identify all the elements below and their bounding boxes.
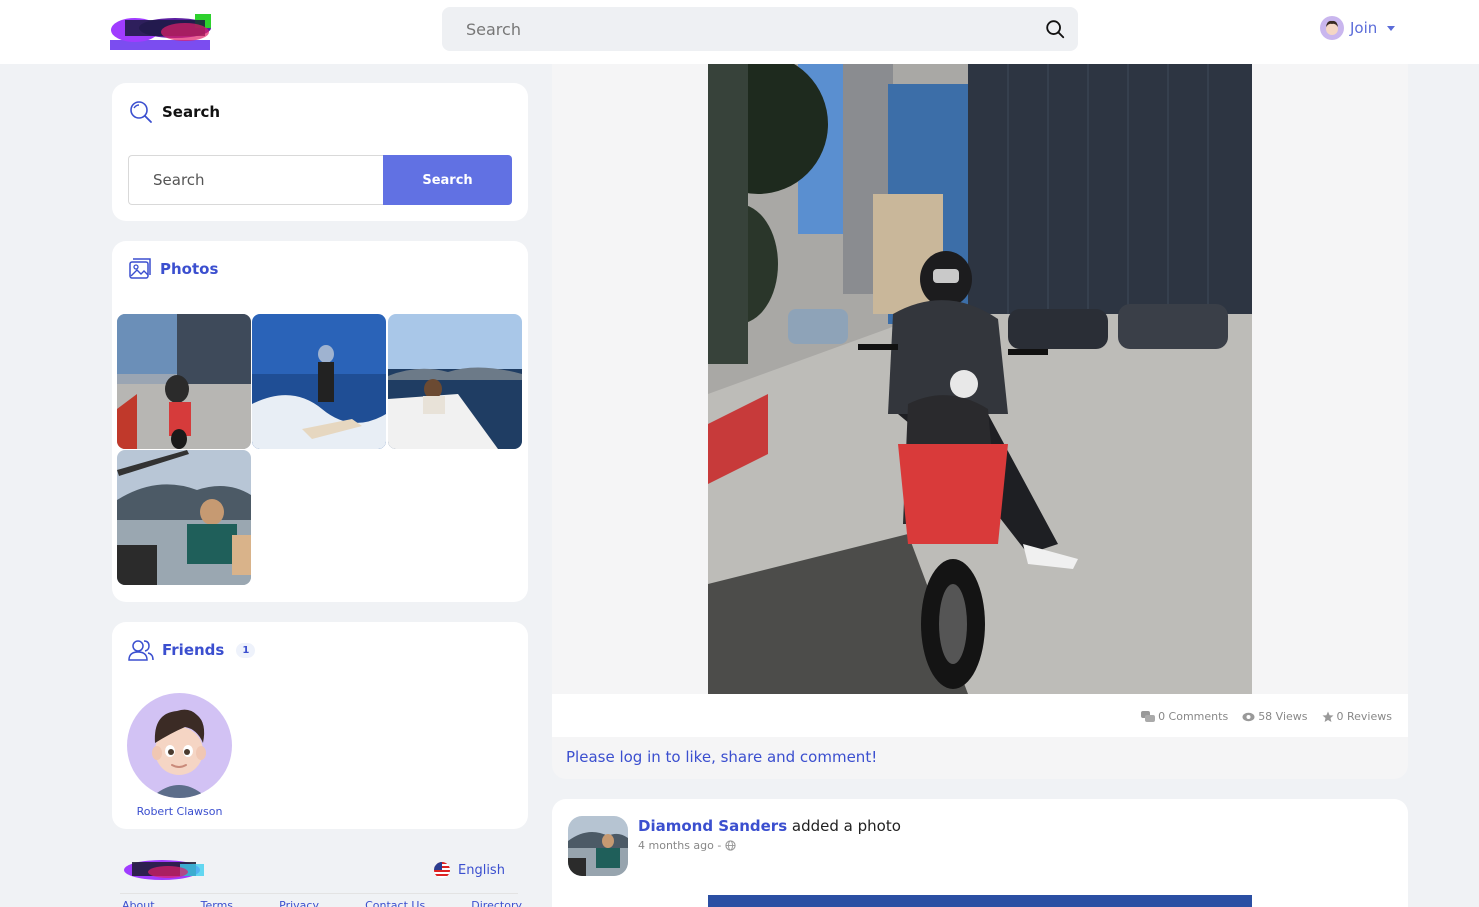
widget-search-input[interactable] xyxy=(128,155,384,205)
image-gallery-icon xyxy=(129,258,151,279)
comments-count: 0 Comments xyxy=(1158,710,1229,723)
us-flag-icon xyxy=(434,862,450,878)
friends-widget-title: Friends xyxy=(162,641,225,659)
top-navbar: Join xyxy=(0,0,1479,64)
post-time[interactable]: 4 months ago - xyxy=(638,839,721,852)
post-headline: Diamond Sanders added a photo xyxy=(638,817,901,835)
footer-links: About Terms Privacy Contact Us Directory xyxy=(122,899,522,907)
comments-icon xyxy=(1141,710,1156,722)
search-icon[interactable] xyxy=(1044,18,1066,40)
star-icon xyxy=(1322,711,1334,722)
search-widget-header: Search xyxy=(128,99,220,125)
widget-search-button[interactable]: Search xyxy=(383,155,512,205)
reviews-stat[interactable]: 0 Reviews xyxy=(1322,710,1392,723)
friends-widget: Friends 1 Robert Clawson xyxy=(112,622,528,829)
footer-link-about[interactable]: About xyxy=(122,899,155,907)
post-stats-bar: 0 Comments 58 Views 0 Reviews xyxy=(552,694,1408,737)
header-search-input[interactable] xyxy=(442,7,1032,51)
friends-widget-header: Friends 1 xyxy=(128,638,256,662)
join-label: Join xyxy=(1350,19,1378,37)
friends-count-badge: 1 xyxy=(236,642,256,658)
photo-thumbnail-wakesurf[interactable] xyxy=(252,314,386,449)
photo-thumbnail-boat-sea[interactable] xyxy=(388,314,522,449)
footer-link-directory[interactable]: Directory xyxy=(471,899,522,907)
search-icon xyxy=(130,101,152,123)
language-selector[interactable]: English xyxy=(434,862,505,878)
friends-icon xyxy=(128,640,154,661)
search-widget-title: Search xyxy=(162,103,221,121)
post-author-avatar[interactable] xyxy=(568,816,628,876)
photos-widget: Photos xyxy=(112,241,528,602)
reviews-count: 0 Reviews xyxy=(1336,710,1392,723)
post-action: added a photo xyxy=(791,817,901,835)
post-photo-2[interactable] xyxy=(708,895,1252,907)
footer-logo[interactable] xyxy=(122,854,206,884)
views-count: 58 Views xyxy=(1258,710,1308,723)
photos-widget-title: Photos xyxy=(160,260,219,278)
footer-divider xyxy=(120,893,518,894)
feed-post: 0 Comments 58 Views 0 Reviews Please log… xyxy=(552,54,1408,779)
footer-link-contact[interactable]: Contact Us xyxy=(365,899,425,907)
post-author-link[interactable]: Diamond Sanders xyxy=(638,817,787,835)
footer-link-terms[interactable]: Terms xyxy=(201,899,233,907)
post-photo[interactable] xyxy=(688,54,1252,694)
site-logo[interactable] xyxy=(105,12,215,54)
chevron-down-icon xyxy=(1387,25,1396,31)
friend-name-link[interactable]: Robert Clawson xyxy=(112,805,247,818)
user-avatar-icon xyxy=(1320,16,1344,40)
sidebar-footer: English About Terms Privacy Contact Us D… xyxy=(112,848,528,907)
language-label: English xyxy=(458,862,505,878)
comments-stat[interactable]: 0 Comments xyxy=(1141,710,1228,723)
login-prompt-link[interactable]: Please log in to like, share and comment… xyxy=(566,748,877,766)
friend-avatar[interactable] xyxy=(127,693,232,798)
photos-widget-header: Photos xyxy=(128,257,218,281)
photo-thumbnail-scooter[interactable] xyxy=(117,314,251,449)
feed-post-2: Diamond Sanders added a photo 4 months a… xyxy=(552,799,1408,907)
globe-icon xyxy=(725,840,736,851)
header-search-box xyxy=(442,7,1078,51)
join-dropdown[interactable]: Join xyxy=(1320,16,1396,40)
post-timestamp: 4 months ago - xyxy=(638,839,736,852)
search-widget: Search Search xyxy=(112,83,528,221)
photo-thumbnail-boat-passenger[interactable] xyxy=(117,450,251,585)
post-stats: 0 Comments 58 Views 0 Reviews xyxy=(1141,710,1392,723)
eye-icon xyxy=(1242,712,1255,721)
views-stat: 58 Views xyxy=(1242,710,1308,723)
footer-link-privacy[interactable]: Privacy xyxy=(279,899,319,907)
